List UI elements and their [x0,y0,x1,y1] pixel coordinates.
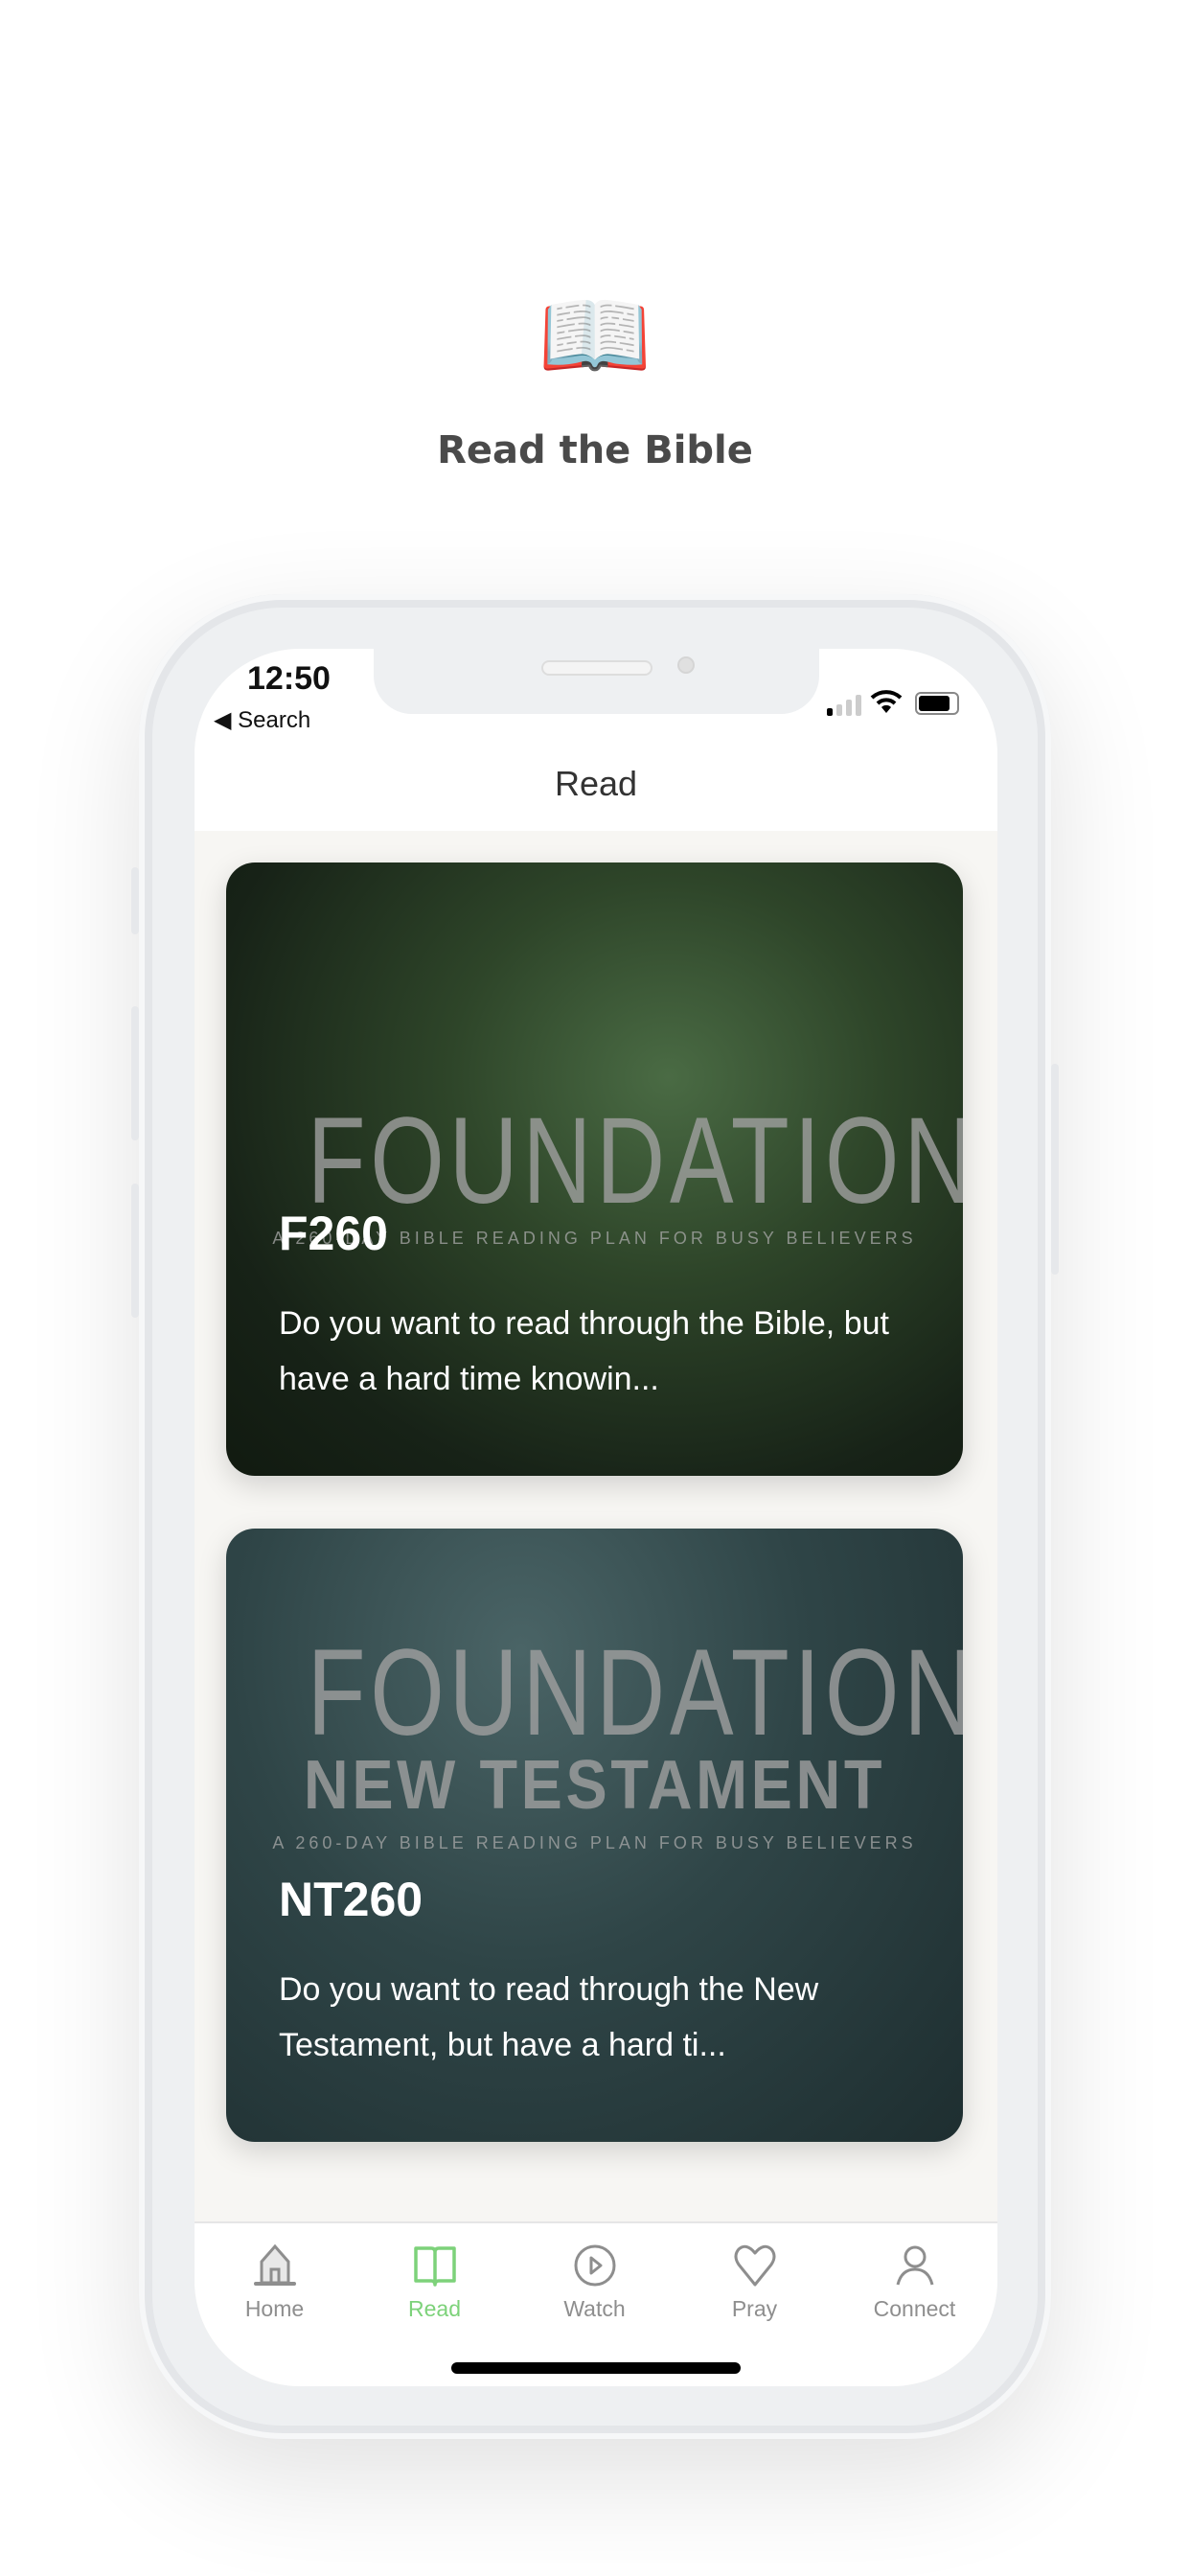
bible-emoji-icon: 📖 [538,282,652,389]
tab-pray[interactable]: Pray [675,2241,835,2336]
cover-title-2: NEW TESTAMENT [303,1747,886,1824]
phone-side-button [131,867,139,934]
tab-label: Home [244,2296,305,2321]
tab-watch[interactable]: Watch [515,2241,675,2336]
phone-side-button [1051,1064,1059,1275]
book-icon [413,2246,456,2287]
reading-plan-card-f260[interactable]: FOUNDATIONS A 260-DAY BIBLE READING PLAN… [226,862,963,1476]
plan-code: NT260 [279,1873,423,1926]
screen-title: Read [554,764,638,803]
phone-side-button [131,1184,139,1318]
tab-home[interactable]: Home [195,2241,355,2336]
speaker [541,660,652,676]
reading-plan-card-nt260[interactable]: FOUNDATIONS NEW TESTAMENT A 260-DAY BIBL… [226,1529,963,2142]
cover-title: FOUNDATIONS [307,1624,963,1761]
play-circle-icon [574,2244,615,2287]
battery-icon [915,692,959,715]
content-background [195,2142,997,2221]
wifi-icon [870,689,903,719]
status-time: 12:50 [247,660,331,697]
tab-label: Pray [731,2296,778,2321]
plan-description: Do you want to read through the New Test… [279,1971,819,2063]
home-indicator[interactable] [451,2362,741,2374]
signal-icon [827,695,861,716]
camera [677,656,695,674]
status-bar: 12:50 ◀ Search Read [195,649,997,831]
back-to-search-link[interactable]: ◀ Search [214,706,310,734]
phone-frame: 12:50 ◀ Search Read FOUNDATIONS A 260-DA… [131,594,1059,2439]
tab-bar: Home Read Watch Pray Connect [195,2221,997,2386]
tab-label: Connect [873,2296,956,2321]
phone-side-button [131,1006,139,1140]
page-title: Read the Bible [437,428,753,472]
plan-code: F260 [279,1207,388,1260]
plan-description: Do you want to read through the Bible, b… [279,1305,889,1397]
home-icon [253,2243,296,2286]
tab-read[interactable]: Read [355,2241,515,2336]
notch [374,649,819,714]
cover-subtitle: A 260-DAY BIBLE READING PLAN FOR BUSY BE… [272,1833,917,1852]
cover-title: FOUNDATIONS [307,1092,963,1230]
heart-icon [734,2244,775,2287]
person-icon [896,2245,933,2286]
tab-label: Watch [563,2296,626,2321]
phone-screen: 12:50 ◀ Search Read FOUNDATIONS A 260-DA… [195,649,997,2386]
tab-label: Read [408,2296,461,2321]
tab-connect[interactable]: Connect [835,2241,995,2336]
